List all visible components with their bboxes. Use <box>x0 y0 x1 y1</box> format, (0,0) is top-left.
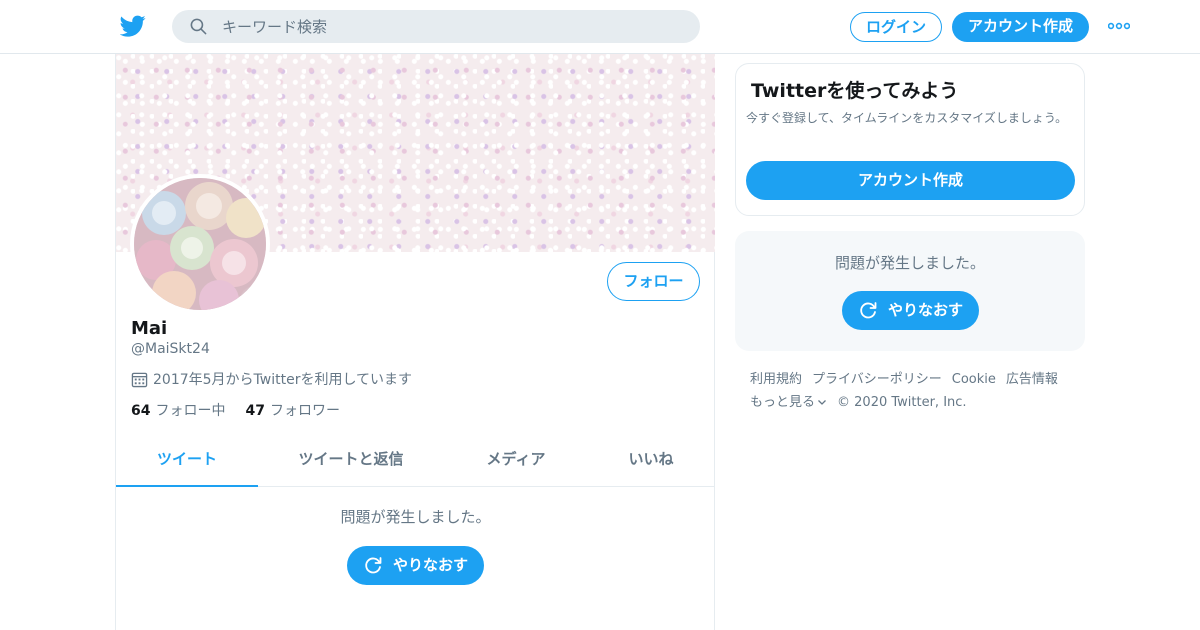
signup-card-description: 今すぐ登録して、タイムラインをカスタマイズしましょう。 <box>746 111 1068 125</box>
refresh-icon <box>860 302 877 319</box>
signup-card: Twitterを使ってみよう 今すぐ登録して、タイムラインをカスタマイズしましょ… <box>735 63 1085 216</box>
footer-link-privacy[interactable]: プライバシーポリシー <box>812 372 942 387</box>
search-box[interactable] <box>172 10 700 43</box>
profile-handle: @MaiSkt24 <box>131 341 210 357</box>
top-navigation-bar: ログイン アカウント作成 <box>0 0 1200 54</box>
followers-stat[interactable]: 47 フォロワー <box>245 403 339 419</box>
tab-tweets[interactable]: ツイート <box>116 434 258 487</box>
sidebar-error-message: 問題が発生しました。 <box>834 254 985 272</box>
login-button[interactable]: ログイン <box>850 12 942 42</box>
footer-copyright: © 2020 Twitter, Inc. <box>837 395 967 410</box>
timeline-retry-button[interactable]: やりなおす <box>347 546 484 585</box>
sidebar-error-card: 問題が発生しました。 やりなおす <box>735 231 1085 351</box>
follow-button[interactable]: フォロー <box>607 262 700 301</box>
chevron-down-icon <box>818 400 826 405</box>
follow-stats: 64 フォロー中 47 フォロワー <box>131 400 340 420</box>
footer-link-terms[interactable]: 利用規約 <box>750 372 802 387</box>
following-label: フォロー中 <box>155 403 226 419</box>
rose-bouquet-image <box>134 178 266 310</box>
sidebar-retry-label: やりなおす <box>888 301 964 319</box>
tab-likes[interactable]: いいね <box>606 434 696 487</box>
calendar-icon <box>131 372 148 388</box>
avatar[interactable] <box>130 174 270 314</box>
signup-button[interactable]: アカウント作成 <box>952 12 1089 42</box>
more-dots-icon[interactable] <box>1108 20 1130 32</box>
join-date: 2017年5月からTwitterを利用しています <box>131 369 412 389</box>
followers-label: フォロワー <box>269 403 340 419</box>
tab-tweets-and-replies[interactable]: ツイートと返信 <box>286 434 416 487</box>
search-icon <box>190 18 207 35</box>
signup-card-title: Twitterを使ってみよう <box>751 80 959 102</box>
footer-link-cookie[interactable]: Cookie <box>952 372 996 387</box>
following-count: 64 <box>131 403 151 419</box>
refresh-icon <box>365 557 382 574</box>
timeline-error-message: 問題が発生しました。 <box>340 508 491 526</box>
join-date-text: 2017年5月からTwitterを利用しています <box>153 372 413 388</box>
footer-links: 利用規約 プライバシーポリシー Cookie 広告情報 もっと見る © 2020 Twi… <box>750 368 1080 414</box>
search-input[interactable] <box>222 10 682 43</box>
profile-tabs: ツイート ツイートと返信 メディア いいね <box>116 434 715 487</box>
tab-media[interactable]: メディア <box>466 434 566 487</box>
sidebar-retry-button[interactable]: やりなおす <box>842 291 979 330</box>
followers-count: 47 <box>245 403 265 419</box>
profile-column: フォロー Mai @MaiSkt24 2017年5月からTwitterを利用して… <box>115 54 715 630</box>
create-account-button[interactable]: アカウント作成 <box>746 161 1075 200</box>
following-stat[interactable]: 64 フォロー中 <box>131 403 225 419</box>
footer-more-link[interactable]: もっと見る <box>750 395 827 410</box>
twitter-bird-icon[interactable] <box>120 13 146 39</box>
timeline-retry-label: やりなおす <box>393 556 469 574</box>
footer-more-label: もっと見る <box>750 395 816 410</box>
footer-link-ads[interactable]: 広告情報 <box>1006 372 1058 387</box>
profile-name: Mai <box>131 318 168 339</box>
